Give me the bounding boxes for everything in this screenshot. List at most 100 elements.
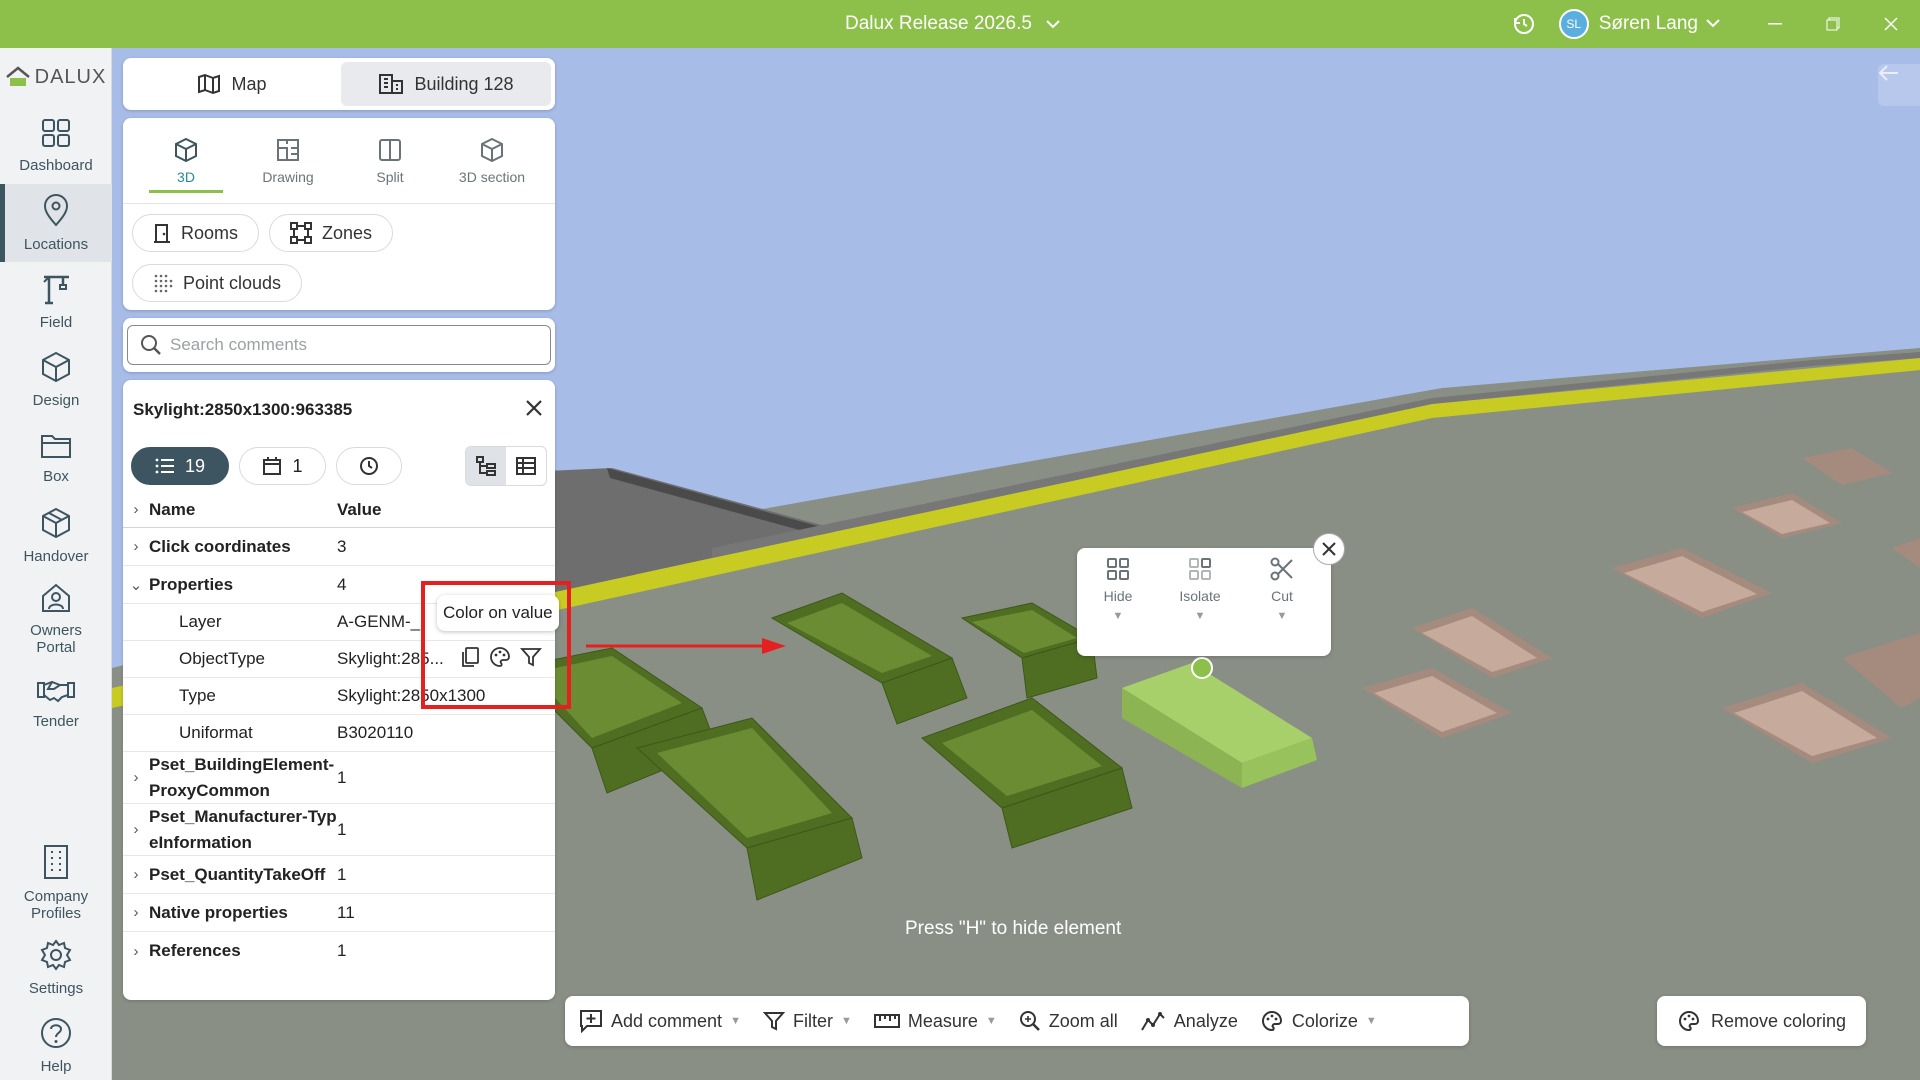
row-name: Click coordinates (149, 536, 291, 556)
ctx-label: Hide (1103, 588, 1133, 604)
tab-3d[interactable]: 3D (135, 118, 237, 203)
minimize-button[interactable] (1746, 0, 1804, 48)
rail-label: Design (32, 391, 80, 409)
chevron-right-icon[interactable]: › (123, 904, 149, 921)
table-view-button[interactable] (506, 447, 546, 485)
close-panel-icon[interactable] (525, 399, 543, 422)
rail-item-design[interactable]: Design (0, 340, 112, 418)
table-row[interactable]: › Pset_Manufacturer-TypeInformation 1 (123, 804, 555, 856)
isolate-icon (1189, 558, 1211, 580)
tab-drawing[interactable]: Drawing (237, 118, 339, 203)
cube-icon (175, 137, 197, 162)
release-selector[interactable]: Dalux Release 2026.5 (845, 0, 1060, 48)
point-clouds-chip[interactable]: Point clouds (132, 264, 303, 302)
analyze-button[interactable]: Analyze (1140, 1010, 1238, 1032)
rail-label: Owners Portal (30, 622, 82, 656)
view-panel: 3D Drawing Split 3D section Rooms Zones … (123, 118, 555, 310)
chevron-right-icon[interactable]: › (123, 943, 149, 960)
properties-count-button[interactable]: 19 (131, 447, 229, 485)
row-name: Uniformat (179, 723, 253, 742)
colorize-button[interactable]: Colorize ▼ (1260, 1009, 1377, 1033)
caret-down-icon[interactable]: ▼ (1113, 610, 1124, 622)
rail-item-owners-portal[interactable]: Owners Portal (0, 574, 112, 664)
chevron-right-icon[interactable]: › (123, 765, 149, 791)
row-value: 1 (337, 819, 347, 839)
remove-coloring-button[interactable]: Remove coloring (1657, 996, 1866, 1046)
rail-label: Dashboard (19, 156, 93, 174)
row-name: References (149, 941, 241, 960)
table-row[interactable]: › Pset_BuildingElement-ProxyCommon 1 (123, 752, 555, 804)
user-menu-chevron-icon[interactable] (1706, 15, 1720, 33)
caret-down-icon[interactable]: ▼ (1277, 610, 1288, 622)
table-row[interactable]: Uniformat B3020110 (123, 715, 555, 752)
zoom-all-button[interactable]: Zoom all (1019, 1010, 1118, 1032)
caret-down-icon[interactable]: ▼ (1195, 610, 1206, 622)
calendar-count: 1 (292, 455, 303, 476)
rail-label: Box (43, 467, 69, 485)
section-cube-icon (481, 137, 503, 162)
chevron-right-icon[interactable]: › (123, 501, 149, 518)
measure-button[interactable]: Measure ▼ (873, 1010, 997, 1032)
chevron-down-icon[interactable]: ⌄ (123, 576, 149, 594)
left-navigation: DALUX Dashboard Locations Field Design B… (0, 48, 112, 1080)
rail-label: Field (39, 313, 73, 331)
collapse-panel-button[interactable] (1878, 64, 1920, 106)
rail-item-box[interactable]: Box (0, 418, 112, 496)
restore-button[interactable] (1804, 0, 1862, 48)
dalux-logo[interactable]: DALUX (0, 48, 111, 106)
rail-item-help[interactable]: Help (0, 1006, 112, 1080)
chip-label: Point clouds (183, 272, 282, 293)
history-icon[interactable] (1509, 9, 1539, 39)
tree-view-icon (476, 456, 496, 476)
folder-icon (39, 430, 73, 464)
table-row[interactable]: › Native properties 11 (123, 894, 555, 932)
keyboard-hint: Press "H" to hide element (905, 918, 1122, 939)
zones-chip[interactable]: Zones (269, 214, 394, 252)
chevron-right-icon[interactable]: › (123, 817, 149, 843)
annotation-arrow-icon (586, 638, 786, 654)
rail-item-field[interactable]: Field (0, 262, 112, 340)
caret-down-icon: ▼ (730, 1015, 741, 1027)
rail-item-dashboard[interactable]: Dashboard (0, 106, 112, 184)
help-icon (39, 1016, 73, 1054)
rail-item-handover[interactable]: Handover (0, 496, 112, 574)
table-header: › Name Value (123, 492, 555, 528)
building-button[interactable]: Building 128 (341, 62, 551, 106)
scissors-icon (1270, 557, 1293, 581)
chevron-right-icon[interactable]: › (123, 538, 149, 555)
isolate-button[interactable]: Isolate ▼ (1159, 556, 1241, 656)
avatar[interactable]: SL (1558, 9, 1589, 39)
tab-3d-section[interactable]: 3D section (441, 118, 543, 203)
floorplan-icon (277, 138, 299, 161)
hide-button[interactable]: Hide ▼ (1077, 556, 1159, 656)
close-context-menu-button[interactable] (1313, 533, 1345, 565)
table-row[interactable]: › Click coordinates 3 (123, 528, 555, 566)
rail-item-locations[interactable]: Locations (0, 184, 112, 262)
remove-coloring-label: Remove coloring (1710, 1010, 1847, 1031)
tree-view-button[interactable] (466, 447, 506, 485)
add-comment-button[interactable]: Add comment ▼ (579, 1009, 741, 1033)
filter-button[interactable]: Filter ▼ (762, 1010, 852, 1032)
rail-item-settings[interactable]: Settings (0, 928, 112, 1006)
row-name: Pset_QuantityTakeOff (149, 864, 326, 884)
search-comments-input[interactable] (170, 335, 550, 355)
history-button[interactable] (336, 447, 402, 485)
rooms-chip[interactable]: Rooms (132, 214, 260, 252)
cut-button[interactable]: Cut ▼ (1241, 556, 1323, 656)
calendar-count-button[interactable]: 1 (239, 447, 326, 485)
table-view-icon (516, 457, 536, 475)
rail-label: Help (40, 1057, 72, 1075)
table-row[interactable]: › Pset_QuantityTakeOff 1 (123, 856, 555, 894)
row-value: 1 (337, 864, 347, 884)
table-row[interactable]: › References 1 (123, 932, 555, 970)
map-button[interactable]: Map (127, 62, 337, 106)
chevron-down-icon (1046, 13, 1060, 35)
tab-split[interactable]: Split (339, 118, 441, 203)
tool-label: Measure (907, 1010, 978, 1031)
rail-item-tender[interactable]: Tender (0, 664, 112, 742)
user-name[interactable]: Søren Lang (1599, 13, 1698, 35)
row-value: 11 (337, 902, 355, 922)
chevron-right-icon[interactable]: › (123, 866, 149, 883)
rail-item-company-profiles[interactable]: Company Profiles (0, 838, 112, 928)
close-window-button[interactable] (1862, 0, 1920, 48)
